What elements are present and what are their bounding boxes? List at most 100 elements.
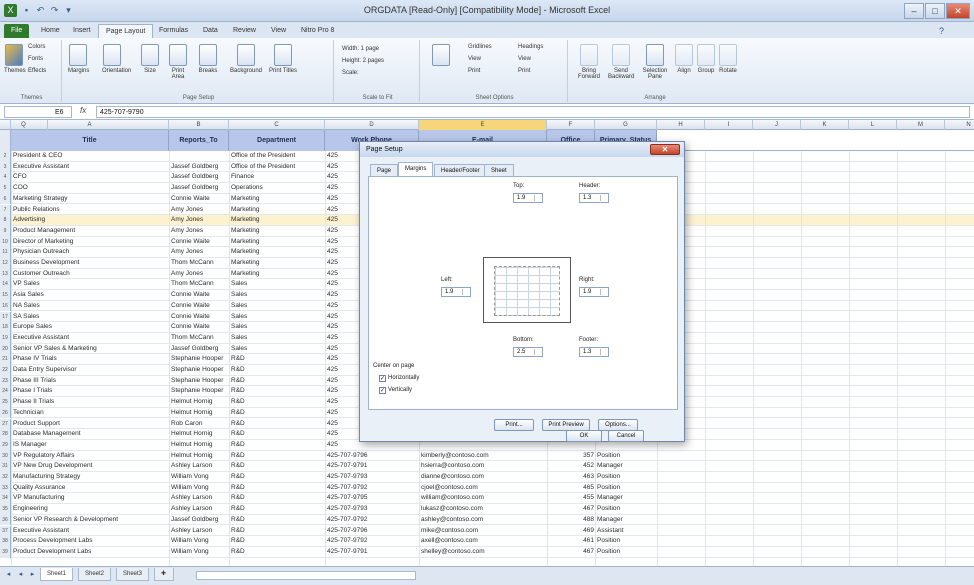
table-cell[interactable]: Customer Outreach <box>13 269 168 280</box>
sheet-right-to-left-button[interactable] <box>426 44 456 68</box>
align-button[interactable]: Align <box>674 44 694 74</box>
table-cell[interactable]: Business Development <box>13 258 168 269</box>
table-cell[interactable]: Ashley Larson <box>171 461 228 472</box>
table-cell[interactable]: Process Development Labs <box>13 536 168 547</box>
row-number[interactable]: 35 <box>0 504 11 515</box>
row-number[interactable]: 8 <box>0 215 11 226</box>
table-cell[interactable]: Amy Jones <box>171 205 228 216</box>
row-number[interactable]: 39 <box>0 546 11 558</box>
table-cell[interactable]: IS Manager <box>13 440 168 451</box>
table-cell[interactable]: Thom McCann <box>171 279 228 290</box>
table-cell[interactable]: cjoel@contoso.com <box>421 483 546 494</box>
column-header-k[interactable]: K <box>801 120 849 130</box>
table-cell[interactable]: Product Support <box>13 419 168 430</box>
minimize-icon[interactable]: – <box>904 3 924 19</box>
table-cell[interactable]: william@contoso.com <box>421 493 546 504</box>
table-cell[interactable]: lukasz@contoso.com <box>421 504 546 515</box>
table-cell[interactable]: dianne@contoso.com <box>421 472 546 483</box>
table-cell[interactable]: 425-707-9796 <box>327 526 418 537</box>
table-cell[interactable]: Ashley Larson <box>171 504 228 515</box>
maximize-icon[interactable]: □ <box>925 3 945 19</box>
column-header-h[interactable]: H <box>657 120 705 130</box>
row-number[interactable]: 25 <box>0 397 11 408</box>
row-number[interactable]: 21 <box>0 354 11 365</box>
row-number[interactable]: 34 <box>0 493 11 505</box>
table-cell[interactable]: VP Regulatory Affairs <box>13 451 168 462</box>
table-cell[interactable]: Stephanie Hooper <box>171 376 228 387</box>
table-cell[interactable]: Manager <box>597 493 656 504</box>
table-cell[interactable]: Assistant <box>597 526 656 537</box>
row-number[interactable]: 23 <box>0 375 11 387</box>
table-cell[interactable]: 461 <box>549 536 594 547</box>
table-cell[interactable]: Asia Sales <box>13 290 168 301</box>
table-cell[interactable]: Marketing <box>231 226 324 237</box>
table-cell[interactable]: Sales <box>231 312 324 323</box>
row-number[interactable]: 17 <box>0 311 11 323</box>
name-box[interactable]: E6 <box>4 106 72 118</box>
column-header-q[interactable]: Q <box>0 120 48 130</box>
table-cell[interactable]: 425-707-9791 <box>327 461 418 472</box>
table-cell[interactable]: Product Management <box>13 226 168 237</box>
table-cell[interactable]: Connie Waite <box>171 301 228 312</box>
column-header-m[interactable]: M <box>897 120 945 130</box>
table-cell[interactable]: R&D <box>231 451 324 462</box>
tab-nitro[interactable]: Nitro Pro 8 <box>294 24 341 38</box>
row-number[interactable]: 13 <box>0 268 11 280</box>
table-cell[interactable]: Marketing <box>231 258 324 269</box>
row-number[interactable]: 33 <box>0 482 11 494</box>
print-button[interactable]: Print... <box>494 419 534 431</box>
table-cell[interactable]: VP New Drug Development <box>13 461 168 472</box>
table-cell[interactable]: Jassef Goldberg <box>171 172 228 183</box>
gridlines-print-checkbox[interactable]: Print <box>468 68 480 74</box>
table-cell[interactable]: William Vong <box>171 547 228 558</box>
table-cell[interactable]: Stephanie Hooper <box>171 386 228 397</box>
table-cell[interactable]: 425-707-9792 <box>327 536 418 547</box>
table-cell[interactable]: Sales <box>231 279 324 290</box>
table-cell[interactable]: Position <box>597 536 656 547</box>
row-number[interactable]: 38 <box>0 536 11 547</box>
size-button[interactable]: Size <box>140 44 160 74</box>
table-cell[interactable]: mike@contoso.com <box>421 526 546 537</box>
tab-page[interactable]: Page <box>370 164 399 176</box>
theme-fonts-button[interactable]: Fonts <box>28 56 43 62</box>
table-cell[interactable]: Sales <box>231 333 324 344</box>
print-area-button[interactable]: Print Area <box>168 44 188 80</box>
table-cell[interactable]: Office of the President <box>231 162 324 173</box>
table-cell[interactable]: R&D <box>231 386 324 397</box>
footer-margin-input[interactable]: 1.3 <box>579 347 609 357</box>
table-cell[interactable]: 467 <box>549 504 594 515</box>
width-dropdown[interactable]: Width: 1 page <box>342 46 379 52</box>
table-cell[interactable]: Marketing <box>231 269 324 280</box>
row-number[interactable]: 20 <box>0 343 11 355</box>
row-number[interactable]: 5 <box>0 183 11 194</box>
table-cell[interactable]: Jassef Goldberg <box>171 162 228 173</box>
column-header-c[interactable]: C <box>229 120 325 130</box>
column-header-i[interactable]: I <box>705 120 753 130</box>
table-cell[interactable]: 452 <box>549 461 594 472</box>
table-cell[interactable]: 425-707-9792 <box>327 515 418 526</box>
table-cell[interactable]: Marketing <box>231 247 324 258</box>
table-cell[interactable]: Amy Jones <box>171 269 228 280</box>
table-cell[interactable]: Manager <box>597 461 656 472</box>
table-cell[interactable]: Sales <box>231 301 324 312</box>
table-cell[interactable]: Executive Assistant <box>13 526 168 537</box>
fx-icon[interactable]: fx <box>80 106 86 115</box>
column-header-e[interactable]: E <box>419 120 547 130</box>
table-cell[interactable] <box>171 151 228 162</box>
table-cell[interactable]: R&D <box>231 504 324 515</box>
table-cell[interactable]: 467 <box>549 547 594 558</box>
table-cell[interactable]: Sales <box>231 344 324 355</box>
sheet-tab-3[interactable]: Sheet3 <box>116 568 150 581</box>
table-cell[interactable]: R&D <box>231 547 324 558</box>
gridlines-view-checkbox[interactable]: View <box>468 56 481 62</box>
column-header-l[interactable]: L <box>849 120 897 130</box>
column-header-n[interactable]: N <box>945 120 974 130</box>
bottom-margin-input[interactable]: 2.5 <box>513 347 543 357</box>
row-number[interactable]: 22 <box>0 365 11 376</box>
table-cell[interactable]: Sales <box>231 322 324 333</box>
sheet-tab-1[interactable]: Sheet1 <box>40 568 74 581</box>
table-cell[interactable]: William Vong <box>171 483 228 494</box>
row-number[interactable]: 36 <box>0 514 11 526</box>
table-cell[interactable]: Marketing <box>231 194 324 205</box>
table-cell[interactable]: Sales <box>231 290 324 301</box>
